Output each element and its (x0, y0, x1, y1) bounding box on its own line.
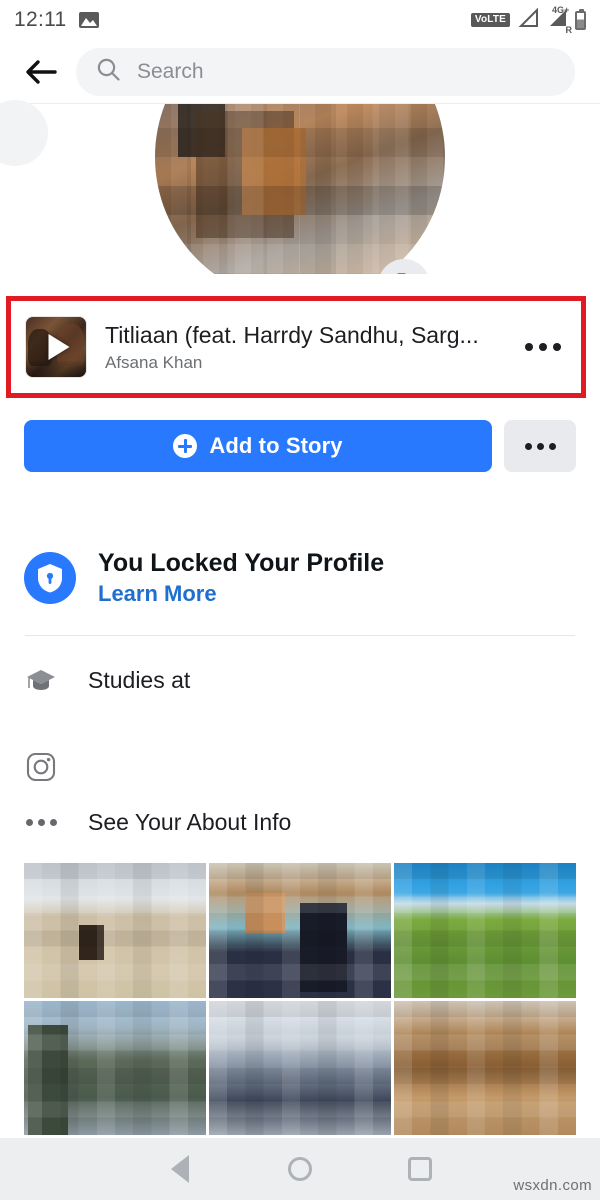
locked-profile-text: You Locked Your Profile Learn More (98, 549, 384, 608)
status-bar-time: 12:11 (14, 8, 67, 31)
photo-grid-item[interactable] (24, 863, 206, 998)
4g-signal-roaming-icon: 4G+ R (546, 4, 572, 35)
section-divider (25, 635, 575, 636)
nav-back-button[interactable] (150, 1139, 210, 1199)
app-header: Search (0, 40, 600, 104)
photo-grid-item[interactable] (394, 863, 576, 998)
status-bar-right-icons: VoLTE 4G+ R (470, 4, 586, 35)
about-label: Studies at (88, 666, 191, 693)
profile-photo-area (0, 104, 600, 274)
photo-grid-item[interactable] (24, 1000, 206, 1135)
network-type-label: 4G+ (552, 4, 570, 15)
more-horizontal-icon (524, 442, 532, 450)
about-row-see-your-about-info[interactable]: See Your About Info (24, 800, 576, 844)
instagram-icon (24, 752, 58, 782)
nav-home-icon (288, 1157, 312, 1181)
song-card[interactable]: Titliaan (feat. Harrdy Sandhu, Sarg... A… (11, 301, 581, 393)
signal-triangle-icon (517, 7, 539, 33)
watermark: wsxdn.com (513, 1177, 592, 1194)
nav-recents-button[interactable] (390, 1139, 450, 1199)
more-horizontal-icon (553, 343, 561, 351)
more-horizontal-icon (525, 343, 533, 351)
back-arrow-icon (26, 59, 57, 84)
phone-screen: 12:11 VoLTE 4G+ R Search Titliaan (feat.… (0, 0, 600, 1200)
android-navigation-bar (0, 1138, 600, 1200)
volte-icon: VoLTE (470, 13, 510, 27)
status-bar-left-icons (78, 12, 99, 28)
add-to-story-button[interactable]: Add to Story (24, 420, 492, 472)
locked-profile-title: You Locked Your Profile (98, 548, 385, 577)
more-horizontal-icon (539, 343, 547, 351)
album-art[interactable] (25, 316, 87, 378)
nav-recents-icon (408, 1157, 432, 1181)
photo-grid-item[interactable] (209, 1000, 391, 1135)
song-card-highlight: Titliaan (feat. Harrdy Sandhu, Sarg... A… (6, 296, 586, 398)
profile-action-row: Add to Story (24, 420, 576, 472)
add-to-story-label: Add to Story (209, 433, 343, 458)
more-horizontal-icon (24, 818, 58, 826)
about-row-studies[interactable]: Studies at (24, 658, 576, 702)
photo-grid (24, 863, 576, 1135)
about-row-instagram[interactable] (24, 745, 576, 789)
album-art-detail (26, 361, 86, 377)
battery-icon (575, 8, 586, 30)
search-icon (96, 57, 121, 87)
song-more-button[interactable] (519, 333, 567, 361)
photo-grid-item[interactable] (209, 863, 391, 998)
nav-back-icon (171, 1155, 189, 1183)
camera-icon (397, 273, 406, 274)
search-input[interactable]: Search (76, 47, 575, 96)
plus-circle-icon (173, 434, 198, 458)
profile-photo[interactable] (155, 104, 445, 274)
dot (49, 818, 57, 826)
play-icon[interactable] (48, 334, 70, 360)
photo-grid-item[interactable] (394, 1000, 576, 1135)
song-title: Titliaan (feat. Harrdy Sandhu, Sarg... (105, 321, 479, 348)
shield-lock-icon (24, 552, 76, 604)
song-info: Titliaan (feat. Harrdy Sandhu, Sarg... A… (105, 321, 519, 374)
nav-home-button[interactable] (270, 1139, 330, 1199)
more-horizontal-icon (548, 442, 556, 450)
search-placeholder: Search (137, 59, 204, 83)
song-artist: Afsana Khan (105, 353, 203, 373)
graduation-cap-icon (24, 666, 58, 694)
dot (25, 818, 33, 826)
roaming-label: R (565, 24, 573, 35)
more-horizontal-icon (536, 442, 544, 450)
locked-profile-banner: You Locked Your Profile Learn More (24, 542, 576, 614)
photo-icon (78, 12, 99, 28)
learn-more-link[interactable]: Learn More (98, 581, 384, 607)
profile-more-actions-button[interactable] (504, 420, 576, 472)
back-button[interactable] (14, 44, 70, 100)
status-bar: 12:11 VoLTE 4G+ R (0, 0, 600, 40)
pixelation-overlay (155, 104, 445, 274)
about-label: See Your About Info (88, 808, 292, 835)
dot (37, 818, 45, 826)
